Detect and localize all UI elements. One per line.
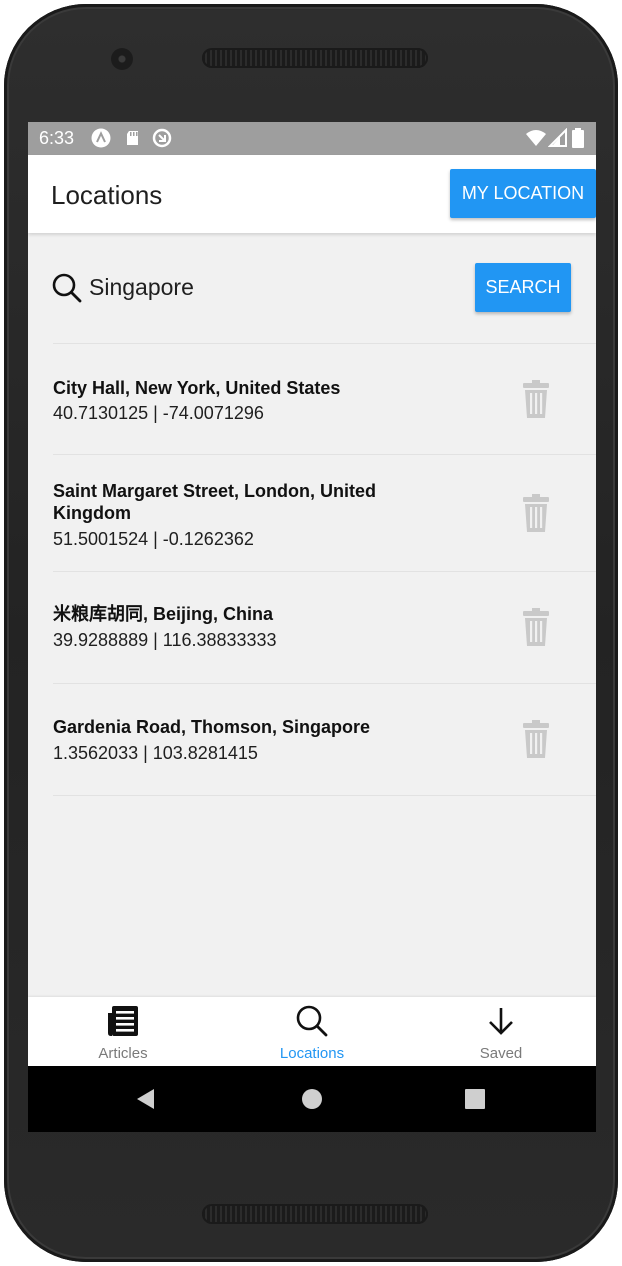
back-icon[interactable]	[134, 1087, 158, 1111]
bottom-speaker-grille	[202, 1204, 428, 1224]
system-navigation-bar	[28, 1066, 596, 1132]
list-item[interactable]: City Hall, New York, United States 40.71…	[53, 344, 596, 454]
location-coords: 40.7130125 | -74.0071296	[53, 403, 264, 423]
location-coords: 39.9288889 | 116.38833333	[53, 630, 277, 650]
bottom-navigation: Articles Locations Saved	[28, 997, 596, 1066]
location-name: Saint Margaret Street, London, United Ki…	[53, 481, 377, 523]
location-name: Gardenia Road, Thomson, Singapore	[53, 717, 371, 737]
trash-icon[interactable]	[523, 608, 549, 646]
search-button[interactable]: SEARCH	[475, 263, 571, 312]
signal-icon	[548, 128, 567, 147]
trash-icon[interactable]	[523, 380, 549, 418]
location-name: City Hall, New York, United States	[53, 378, 341, 398]
my-location-button[interactable]: MY LOCATION	[450, 169, 596, 218]
page-title: Locations	[51, 180, 163, 210]
recents-icon[interactable]	[463, 1087, 487, 1111]
status-time: 6:33	[39, 128, 75, 148]
search-row: Singapore SEARCH	[28, 252, 596, 326]
list-item[interactable]: Saint Margaret Street, London, United Ki…	[53, 455, 596, 571]
home-icon[interactable]	[300, 1087, 324, 1111]
battery-icon	[572, 128, 584, 148]
sync-icon	[152, 128, 172, 148]
list-divider	[53, 795, 596, 796]
trash-icon[interactable]	[523, 720, 549, 758]
app-screen: 6:33 Locations MY LOCATION Singapore SEA…	[28, 122, 596, 1132]
search-icon	[52, 273, 82, 303]
location-name: 米粮库胡同, Beijing, China	[53, 604, 274, 624]
tab-locations-label: Locations	[279, 1045, 345, 1062]
search-input[interactable]: Singapore	[89, 274, 194, 301]
tab-articles-label: Articles	[98, 1045, 148, 1062]
tab-articles[interactable]: Articles	[28, 997, 218, 1066]
search-icon	[296, 1005, 328, 1037]
location-coords: 1.3562033 | 103.8281415	[53, 743, 258, 763]
locations-list: City Hall, New York, United States 40.71…	[53, 343, 596, 796]
android-icon	[91, 128, 111, 148]
front-camera	[111, 48, 133, 70]
list-item[interactable]: 米粮库胡同, Beijing, China 39.9288889 | 116.3…	[53, 572, 596, 683]
app-bar: Locations MY LOCATION	[28, 155, 596, 233]
status-bar: 6:33	[28, 122, 596, 155]
tab-saved[interactable]: Saved	[406, 997, 596, 1066]
sd-card-icon	[127, 131, 138, 145]
download-arrow-icon	[489, 1008, 513, 1035]
trash-icon[interactable]	[523, 494, 549, 532]
wifi-icon	[526, 130, 546, 146]
top-speaker-grille	[202, 48, 428, 68]
newspaper-icon	[108, 1006, 138, 1036]
tab-saved-label: Saved	[479, 1045, 523, 1062]
list-item[interactable]: Gardenia Road, Thomson, Singapore 1.3562…	[53, 684, 596, 795]
tab-locations[interactable]: Locations	[217, 997, 407, 1066]
location-coords: 51.5001524 | -0.1262362	[53, 529, 254, 549]
